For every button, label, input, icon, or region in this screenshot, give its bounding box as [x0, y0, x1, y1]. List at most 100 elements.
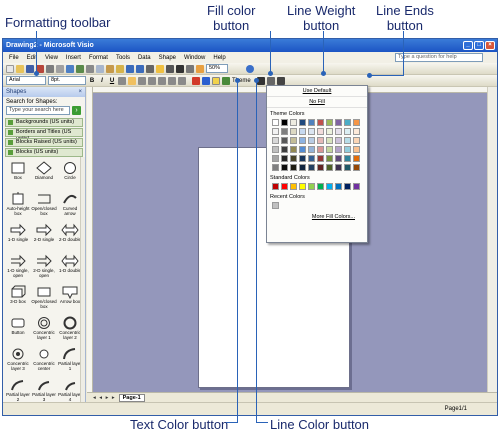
theme-color-swatch[interactable]	[335, 146, 342, 153]
shape-2d-single-open[interactable]: 2-D single, open	[31, 254, 57, 283]
shape-auto-height-box[interactable]: Auto-height box	[5, 192, 31, 221]
connector-icon[interactable]	[146, 64, 154, 73]
theme-color-swatch[interactable]	[281, 155, 288, 162]
theme-color-swatch[interactable]	[326, 119, 333, 126]
menu-format[interactable]: Format	[85, 55, 112, 61]
paste-icon[interactable]	[106, 64, 114, 73]
pointer-icon[interactable]	[156, 64, 164, 73]
theme-color-swatch[interactable]	[299, 164, 306, 171]
research-icon[interactable]	[76, 64, 84, 73]
theme-color-swatch[interactable]	[299, 119, 306, 126]
help-search-input[interactable]: Type a question for help	[395, 53, 483, 62]
justify-icon[interactable]	[148, 76, 156, 85]
theme-color-swatch[interactable]	[344, 146, 351, 153]
theme-color-swatch[interactable]	[299, 128, 306, 135]
font-size-select[interactable]: 8pt.	[48, 76, 86, 85]
theme-color-swatch[interactable]	[290, 155, 297, 162]
align-center-icon[interactable]	[128, 76, 136, 85]
no-fill-item[interactable]: No Fill	[267, 97, 367, 108]
menu-file[interactable]: File	[5, 55, 23, 61]
search-go-button[interactable]: ›	[72, 106, 81, 115]
theme-color-swatch[interactable]	[353, 146, 360, 153]
help-icon[interactable]	[246, 64, 254, 73]
theme-color-swatch[interactable]	[299, 137, 306, 144]
theme-color-swatch[interactable]	[326, 164, 333, 171]
theme-color-swatch[interactable]	[290, 128, 297, 135]
standard-color-swatch[interactable]	[299, 183, 306, 190]
stencil-blocks-raised[interactable]: Blocks Raised (US units)	[5, 138, 83, 147]
font-select[interactable]: Arial	[6, 76, 46, 85]
print-preview-icon[interactable]	[56, 64, 64, 73]
theme-color-swatch[interactable]	[308, 119, 315, 126]
bold-button[interactable]: B	[88, 78, 96, 84]
menu-tools[interactable]: Tools	[112, 55, 134, 61]
theme-color-swatch[interactable]	[317, 137, 324, 144]
recent-color-swatch[interactable]	[272, 202, 279, 209]
use-default-item[interactable]: Use Default	[267, 86, 367, 97]
theme-color-swatch[interactable]	[317, 155, 324, 162]
theme-color-swatch[interactable]	[272, 146, 279, 153]
align-right-icon[interactable]	[138, 76, 146, 85]
theme-color-swatch[interactable]	[326, 128, 333, 135]
menu-insert[interactable]: Insert	[62, 55, 85, 61]
theme-color-swatch[interactable]	[353, 155, 360, 162]
text-color-icon[interactable]	[192, 76, 200, 85]
theme-color-swatch[interactable]	[281, 164, 288, 171]
theme-color-swatch[interactable]	[335, 119, 342, 126]
shape-open-closed-box[interactable]: Open/closed box	[31, 192, 57, 221]
increase-indent-icon[interactable]	[178, 76, 186, 85]
print-icon[interactable]	[46, 64, 54, 73]
stencil-backgrounds[interactable]: Backgrounds (US units)	[5, 118, 83, 127]
theme-color-swatch[interactable]	[326, 137, 333, 144]
shape-diamond[interactable]: Diamond	[31, 161, 57, 190]
theme-color-swatch[interactable]	[281, 119, 288, 126]
italic-button[interactable]: I	[98, 78, 106, 84]
menu-data[interactable]: Data	[134, 55, 155, 61]
line-ends-icon[interactable]	[276, 76, 285, 85]
standard-color-swatch[interactable]	[308, 183, 315, 190]
menu-help[interactable]: Help	[209, 55, 229, 61]
theme-color-swatch[interactable]	[317, 164, 324, 171]
theme-color-swatch[interactable]	[344, 128, 351, 135]
theme-color-swatch[interactable]	[335, 164, 342, 171]
standard-color-swatch[interactable]	[353, 183, 360, 190]
minimize-button[interactable]: _	[463, 41, 473, 50]
theme-color-swatch[interactable]	[353, 164, 360, 171]
shape-open-closed-box-2[interactable]: Open/closed box	[31, 285, 57, 314]
spelling-icon[interactable]	[66, 64, 74, 73]
redo-icon[interactable]	[136, 64, 144, 73]
close-pane-icon[interactable]: ×	[78, 87, 85, 97]
text-tool-icon[interactable]	[176, 64, 184, 73]
theme-color-swatch[interactable]	[308, 155, 315, 162]
new-icon[interactable]	[6, 64, 14, 73]
page-tab[interactable]: Page-1	[118, 393, 145, 402]
standard-color-swatch[interactable]	[281, 183, 288, 190]
theme-color-swatch[interactable]	[344, 119, 351, 126]
shape-2d-single[interactable]: 2-D single	[31, 223, 57, 252]
theme-color-swatch[interactable]	[335, 155, 342, 162]
shape-partial-layer-3[interactable]: Partial layer 3	[31, 378, 57, 402]
save-icon[interactable]	[26, 64, 34, 73]
menu-edit[interactable]: Edit	[23, 55, 41, 61]
theme-color-swatch[interactable]	[353, 128, 360, 135]
more-fill-colors-item[interactable]: More Fill Colors...	[267, 209, 367, 220]
cut-icon[interactable]	[86, 64, 94, 73]
theme-color-swatch[interactable]	[272, 155, 279, 162]
theme-color-swatch[interactable]	[335, 137, 342, 144]
line-pattern-icon[interactable]	[266, 76, 275, 85]
zoom-select[interactable]: 50%	[206, 64, 228, 73]
theme-color-swatch[interactable]	[272, 119, 279, 126]
connector-tool-icon[interactable]	[166, 64, 174, 73]
theme-color-swatch[interactable]	[281, 128, 288, 135]
theme-color-swatch[interactable]	[308, 137, 315, 144]
shape-concentric-layer-1[interactable]: Concentric layer 1	[31, 316, 57, 345]
theme-color-swatch[interactable]	[272, 137, 279, 144]
standard-color-swatch[interactable]	[272, 183, 279, 190]
theme-color-swatch[interactable]	[344, 164, 351, 171]
menu-shape[interactable]: Shape	[155, 55, 180, 61]
theme-color-swatch[interactable]	[308, 164, 315, 171]
theme-color-swatch[interactable]	[290, 164, 297, 171]
decrease-indent-icon[interactable]	[168, 76, 176, 85]
line-color-icon[interactable]	[202, 76, 210, 85]
theme-color-swatch[interactable]	[344, 137, 351, 144]
